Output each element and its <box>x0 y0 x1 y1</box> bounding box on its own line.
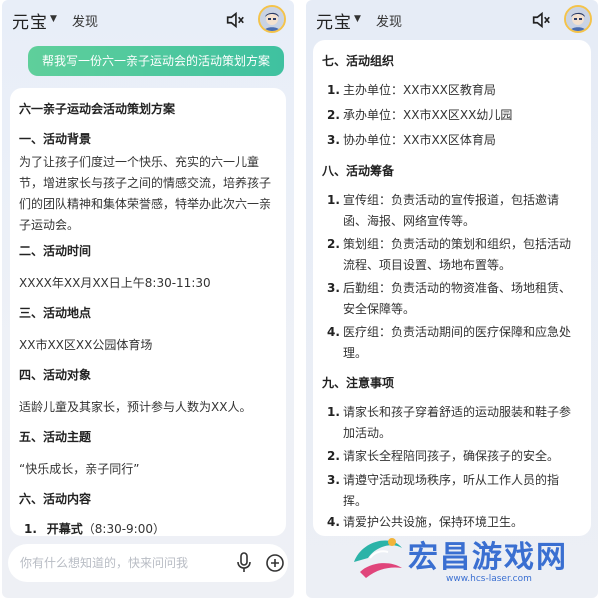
tab-discover[interactable]: 发现 <box>72 11 98 30</box>
list-text: 后勤组：负责活动的物资准备、场地租赁、安全保障等。 <box>343 281 572 316</box>
top-bar: 元宝 ▼ 发现 <box>306 0 598 44</box>
list-number: 1. <box>327 193 340 207</box>
list-number: 3. <box>327 281 340 295</box>
chevron-down-icon[interactable]: ▼ <box>354 14 361 24</box>
section-heading: 五、活动主题 <box>19 430 92 444</box>
list-text: 主办单位：XX市XX区教育局 <box>343 83 496 97</box>
section-text: 为了让孩子们度过一个快乐、充实的六一儿童节，增进家长与孩子之间的情感交流，培养孩… <box>19 155 272 232</box>
list-number: 2. <box>327 449 340 463</box>
watermark-text: 宏昌游戏网 <box>408 540 568 575</box>
watermark-logo-icon <box>354 538 402 578</box>
list-number: 3. <box>327 133 340 147</box>
app-brand[interactable]: 元宝 <box>316 8 352 33</box>
list-item: 1. 开幕式（8:30-9:00） <box>24 520 165 536</box>
section-heading: 一、活动背景 <box>19 132 92 146</box>
right-screen: 元宝 ▼ 发现 七、活动组织 1. 主办单位：XX市XX区教育局 2. 承办单位… <box>306 0 598 598</box>
response-card: 六一亲子运动会活动策划方案 一、活动背景 为了让孩子们度过一个快乐、充实的六一儿… <box>10 88 286 536</box>
section-text: 适龄儿童及其家长，预计参与人数为XX人。 <box>19 400 252 414</box>
list-text: 医疗组：负责活动期间的医疗保障和应急处理。 <box>343 325 572 360</box>
mute-icon[interactable] <box>224 9 246 31</box>
top-bar: 元宝 ▼ 发现 <box>2 0 294 44</box>
list-number: 1. <box>24 522 37 536</box>
avatar[interactable] <box>258 5 286 33</box>
chat-input[interactable]: 你有什么想知道的，快来问问我 <box>8 544 288 582</box>
list-text: 承办单位：XX市XX区XX幼儿园 <box>343 108 513 122</box>
avatar[interactable] <box>564 5 592 33</box>
user-message-bubble: 帮我写一份六一亲子运动会的活动策划方案 <box>28 46 284 76</box>
list-text: 请遵守活动现场秩序，听从工作人员的指挥。 <box>343 473 560 508</box>
list-number: 4. <box>327 515 340 529</box>
list-label: 开幕式 <box>46 522 83 536</box>
list-time: （8:30-9:00） <box>82 522 165 536</box>
section-heading: 八、活动筹备 <box>322 164 395 178</box>
watermark: 宏昌游戏网 www.hcs-laser.com <box>350 528 596 592</box>
mute-icon[interactable] <box>530 9 552 31</box>
page: 元宝 ▼ 发现 帮我写一份六一亲子运动会的活动策划方案 六一亲子运动会活动策划方… <box>0 0 600 598</box>
section-text: XX市XX区XX公园体育场 <box>19 338 153 352</box>
list-number: 1. <box>327 405 340 419</box>
list-number: 1. <box>327 83 340 97</box>
plan-title: 六一亲子运动会活动策划方案 <box>19 102 176 116</box>
section-heading: 六、活动内容 <box>19 492 92 506</box>
list-text: 请家长全程陪同孩子，确保孩子的安全。 <box>343 449 560 463</box>
list-text: 宣传组：负责活动的宣传报道，包括邀请函、海报、网络宣传等。 <box>343 193 560 228</box>
list-text: 策划组：负责活动的策划和组织，包括活动流程、项目设置、场地布置等。 <box>343 237 572 272</box>
app-brand[interactable]: 元宝 <box>12 8 48 33</box>
section-heading: 九、注意事项 <box>322 376 395 390</box>
response-card: 七、活动组织 1. 主办单位：XX市XX区教育局 2. 承办单位：XX市XX区X… <box>313 40 591 536</box>
left-screen: 元宝 ▼ 发现 帮我写一份六一亲子运动会的活动策划方案 六一亲子运动会活动策划方… <box>2 0 294 598</box>
list-number: 2. <box>327 108 340 122</box>
section-heading: 四、活动对象 <box>19 368 92 382</box>
watermark-url: www.hcs-laser.com <box>446 574 532 584</box>
list-number: 3. <box>327 473 340 487</box>
section-text: “快乐成长，亲子同行” <box>19 462 140 476</box>
list-number: 2. <box>327 237 340 251</box>
section-heading: 二、活动时间 <box>19 244 92 258</box>
avatar-image <box>566 7 590 31</box>
avatar-image <box>260 7 284 31</box>
input-placeholder: 你有什么想知道的，快来问问我 <box>20 556 189 570</box>
microphone-icon[interactable] <box>236 552 252 574</box>
section-heading: 三、活动地点 <box>19 306 92 320</box>
tab-discover[interactable]: 发现 <box>376 11 402 30</box>
list-number: 4. <box>327 325 340 339</box>
list-text: 请家长和孩子穿着舒适的运动服装和鞋子参加活动。 <box>343 405 572 440</box>
plus-icon[interactable] <box>266 554 284 572</box>
chevron-down-icon[interactable]: ▼ <box>50 14 57 24</box>
section-heading: 七、活动组织 <box>322 54 395 68</box>
section-text: XXXX年XX月XX日上午8:30-11:30 <box>19 276 211 290</box>
list-text: 协办单位：XX市XX区体育局 <box>343 133 496 147</box>
